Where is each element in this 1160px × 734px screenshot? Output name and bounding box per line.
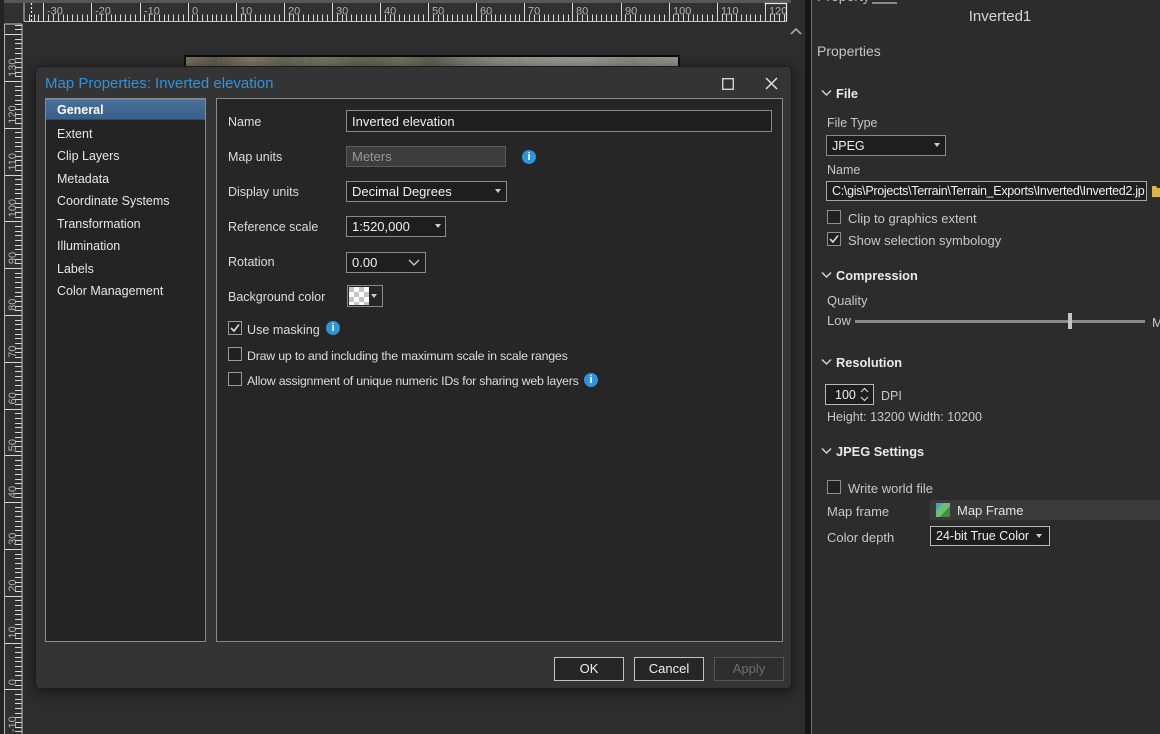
svg-text:-30: -30 bbox=[47, 6, 63, 18]
svg-text:110: 110 bbox=[7, 153, 19, 171]
svg-text:90: 90 bbox=[7, 252, 19, 264]
svg-text:40: 40 bbox=[7, 486, 19, 498]
svg-text:110: 110 bbox=[721, 6, 739, 18]
svg-text:-10: -10 bbox=[7, 716, 19, 732]
svg-text:30: 30 bbox=[7, 533, 19, 545]
svg-text:70: 70 bbox=[7, 345, 19, 357]
svg-text:-20: -20 bbox=[95, 6, 111, 18]
svg-text:-10: -10 bbox=[144, 6, 160, 18]
svg-text:50: 50 bbox=[7, 439, 19, 451]
svg-text:20: 20 bbox=[7, 579, 19, 591]
svg-text:100: 100 bbox=[7, 199, 19, 217]
svg-text:80: 80 bbox=[7, 299, 19, 311]
